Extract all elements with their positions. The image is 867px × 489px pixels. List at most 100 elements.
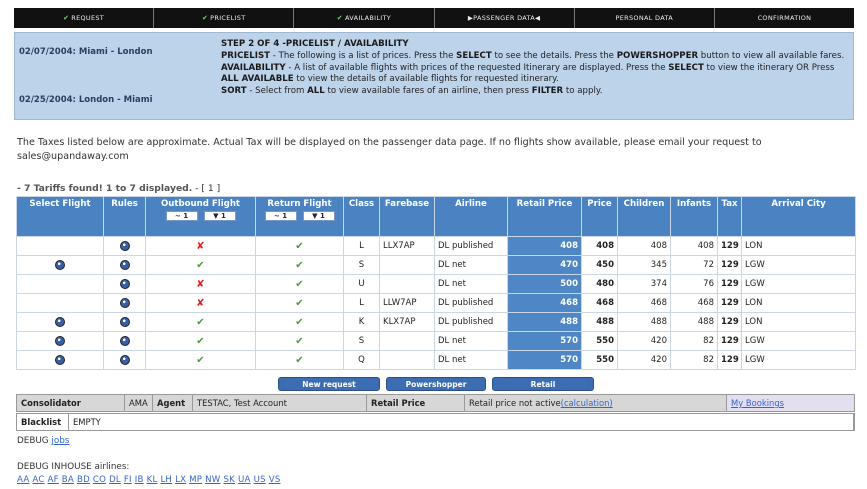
airline-link[interactable]: IB [135, 475, 144, 485]
check-icon: ✔ [336, 14, 343, 22]
class-cell: U [343, 274, 380, 294]
infants-price-cell: 408 [670, 236, 718, 256]
retail-price-cell: 570 [507, 331, 582, 351]
select-flight-icon[interactable] [55, 259, 65, 270]
table-row: ✔ ✔ S DL net 470 450 345 72 129 LGW [16, 255, 856, 275]
arrow-left-icon: ◀ [535, 14, 541, 22]
pagination[interactable]: - [ 1 ] [192, 183, 220, 194]
rules-info-icon[interactable] [119, 316, 130, 327]
airline-link[interactable]: VS [269, 475, 281, 485]
airline-link[interactable]: DL [109, 475, 121, 485]
airline-link[interactable]: BD [77, 475, 90, 485]
infants-price-cell: 82 [670, 331, 718, 351]
outbound-cell: ✔ [145, 350, 256, 370]
airline-link[interactable]: CO [93, 475, 106, 485]
select-flight-icon[interactable] [55, 316, 65, 327]
airline-link[interactable]: UA [238, 475, 251, 485]
column-header-label: Children [623, 199, 665, 209]
debug-jobs-link[interactable]: jobs [51, 436, 69, 446]
retail-price-cell: 470 [507, 255, 582, 275]
column-header-label: Rules [111, 199, 138, 209]
intro-panel: 02/07/2004: Miami - London 02/25/2004: L… [14, 32, 854, 120]
airline-link[interactable]: SK [224, 475, 236, 485]
airline-link[interactable]: LX [175, 475, 186, 485]
blacklist-bar: Blacklist EMPTY [16, 413, 855, 431]
airline-link[interactable]: AF [48, 475, 59, 485]
column-header-label: Price [587, 199, 612, 209]
outbound-cell: ✘ [145, 236, 256, 256]
availability-label: AVAILABILITY [221, 62, 286, 73]
arrival-city-cell: LON [741, 312, 856, 332]
price-cell: 488 [581, 312, 618, 332]
results-count: - 7 Tariffs found! 1 to 7 displayed. - [… [17, 183, 220, 194]
airline-link[interactable]: AC [32, 475, 44, 485]
tax-cell: 129 [717, 331, 742, 351]
tax-cell: 129 [717, 274, 742, 294]
rules-info-icon[interactable] [119, 240, 130, 251]
instruction-keyword: ALL AVAILABLE [221, 74, 294, 85]
airline-link[interactable]: AA [17, 475, 29, 485]
column-header: Tax [717, 196, 742, 237]
my-bookings-link[interactable]: My Bookings [731, 398, 784, 408]
column-header-label: Return Flight [267, 199, 332, 209]
powershopper-button[interactable]: Powershopper [386, 377, 486, 391]
table-header: Select Flight Rules Outbound Flight ~ 1 ▼ 1R… [16, 196, 856, 237]
new-request-button[interactable]: New request [278, 377, 380, 391]
pricelist-label: PRICELIST [221, 50, 271, 61]
step-label: PERSONAL DATA [615, 14, 673, 22]
progress-steps: ✔ REQUEST ✔ PRICELIST ✔ AVAILABILITY ▶ PASSENGE… [14, 8, 854, 28]
airline-link[interactable]: US [254, 475, 266, 485]
instruction-keyword: ALL [307, 86, 325, 97]
check-icon: ✔ [295, 240, 304, 252]
check-icon: ✔ [196, 316, 205, 328]
airline-cell: DL published [434, 236, 508, 256]
check-icon: ✔ [202, 14, 209, 22]
rules-info-icon[interactable] [119, 259, 130, 270]
airline-link[interactable]: FI [124, 475, 132, 485]
rules-info-icon[interactable] [119, 278, 130, 289]
class-cell: K [343, 312, 380, 332]
retail-button[interactable]: Retail [492, 377, 594, 391]
rules-info-icon[interactable] [119, 354, 130, 365]
instruction-text: - The following is a list of prices. Pre… [270, 50, 457, 61]
select-flight-icon[interactable] [55, 354, 65, 365]
return-cell: ✔ [255, 274, 344, 294]
step-availability: ✔ AVAILABILITY [294, 8, 435, 28]
sort-button[interactable]: ~ 1 [165, 211, 198, 221]
sort-button[interactable]: ~ 1 [264, 211, 297, 221]
outbound-cell: ✔ [145, 255, 256, 275]
retail-price-cell: 570 [507, 350, 582, 370]
rules-info-icon[interactable] [119, 297, 130, 308]
sort-button[interactable]: ▼ 1 [302, 211, 335, 221]
sort-label: SORT [221, 86, 247, 97]
retail-price-cell: 408 [507, 236, 582, 256]
column-header-label: Farebase [384, 199, 430, 209]
infants-price-cell: 76 [670, 274, 718, 294]
check-icon: ✔ [295, 297, 304, 309]
select-flight-icon[interactable] [55, 335, 65, 346]
calculation-link[interactable]: (calculation) [561, 398, 613, 408]
rules-cell [103, 255, 146, 275]
airline-cell: DL net [434, 350, 508, 370]
airline-link[interactable]: KL [147, 475, 158, 485]
sort-button[interactable]: ▼ 1 [203, 211, 236, 221]
airline-link[interactable]: MP [189, 475, 202, 485]
airline-link[interactable]: LH [160, 475, 172, 485]
return-cell: ✔ [255, 236, 344, 256]
column-header-label: Infants [676, 199, 712, 209]
airline-link[interactable]: NW [205, 475, 220, 485]
check-icon: ✔ [196, 259, 205, 271]
airline-link[interactable]: BA [62, 475, 74, 485]
rules-cell [103, 350, 146, 370]
rules-cell [103, 312, 146, 332]
arrival-city-cell: LGW [741, 255, 856, 275]
children-price-cell: 374 [617, 274, 671, 294]
return-cell: ✔ [255, 350, 344, 370]
select-cell [16, 236, 104, 256]
column-header-label: Arrival City [771, 199, 826, 209]
column-header: Price [581, 196, 618, 237]
rules-info-icon[interactable] [119, 335, 130, 346]
instruction-keyword: POWERSHOPPER [616, 50, 699, 61]
price-cell: 468 [581, 293, 618, 313]
instruction-text: to view available fares of an airline, t… [324, 86, 532, 97]
